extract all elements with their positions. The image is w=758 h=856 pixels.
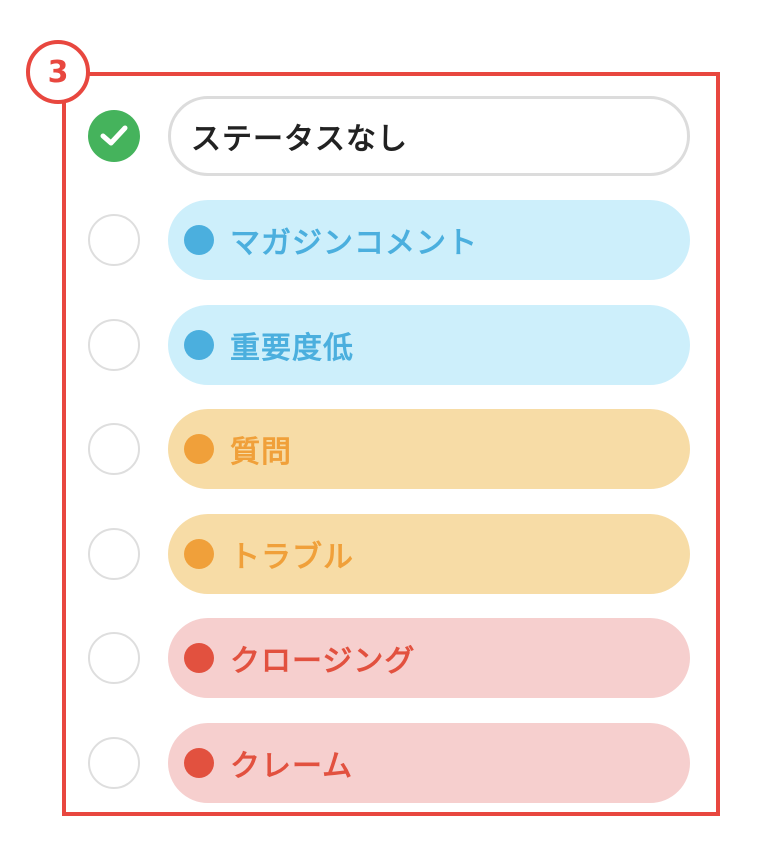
status-tag-label: クレーム (230, 749, 354, 784)
status-tag-closing[interactable]: クロージング (168, 618, 690, 698)
status-tag-complaint[interactable]: クレーム (168, 723, 690, 803)
status-color-dot (184, 748, 214, 778)
status-tag-trouble[interactable]: トラブル (168, 514, 690, 594)
status-tag-label: 質問 (230, 435, 292, 470)
checkmark-icon (100, 125, 128, 146)
status-tag-label: クロージング (230, 644, 416, 679)
radio-button[interactable] (88, 632, 140, 684)
status-color-dot (184, 539, 214, 569)
radio-button[interactable] (88, 423, 140, 475)
radio-button[interactable] (88, 319, 140, 371)
status-tag-no-status[interactable]: ステータスなし (168, 96, 690, 176)
step-number-badge: 3 (26, 40, 90, 104)
status-option-row[interactable]: トラブル (88, 514, 690, 594)
status-option-row[interactable]: 重要度低 (88, 305, 690, 385)
radio-button[interactable] (88, 528, 140, 580)
status-tag-magazine-comment[interactable]: マガジンコメント (168, 200, 690, 280)
status-tag-question[interactable]: 質問 (168, 409, 690, 489)
status-option-row[interactable]: ステータスなし (88, 96, 690, 176)
radio-button[interactable] (88, 737, 140, 789)
status-option-row[interactable]: マガジンコメント (88, 200, 690, 280)
status-color-dot (184, 225, 214, 255)
status-color-dot (184, 434, 214, 464)
status-tag-low-priority[interactable]: 重要度低 (168, 305, 690, 385)
status-tag-label: 重要度低 (230, 331, 354, 366)
checked-radio-icon[interactable] (88, 110, 140, 162)
status-tag-label: マガジンコメント (230, 226, 478, 261)
status-tag-label: ステータスなし (191, 122, 408, 157)
status-option-row[interactable]: クレーム (88, 723, 690, 803)
status-tag-label: トラブル (230, 540, 354, 575)
radio-button[interactable] (88, 214, 140, 266)
status-color-dot (184, 643, 214, 673)
status-option-row[interactable]: 質問 (88, 409, 690, 489)
status-color-dot (184, 330, 214, 360)
status-option-row[interactable]: クロージング (88, 618, 690, 698)
